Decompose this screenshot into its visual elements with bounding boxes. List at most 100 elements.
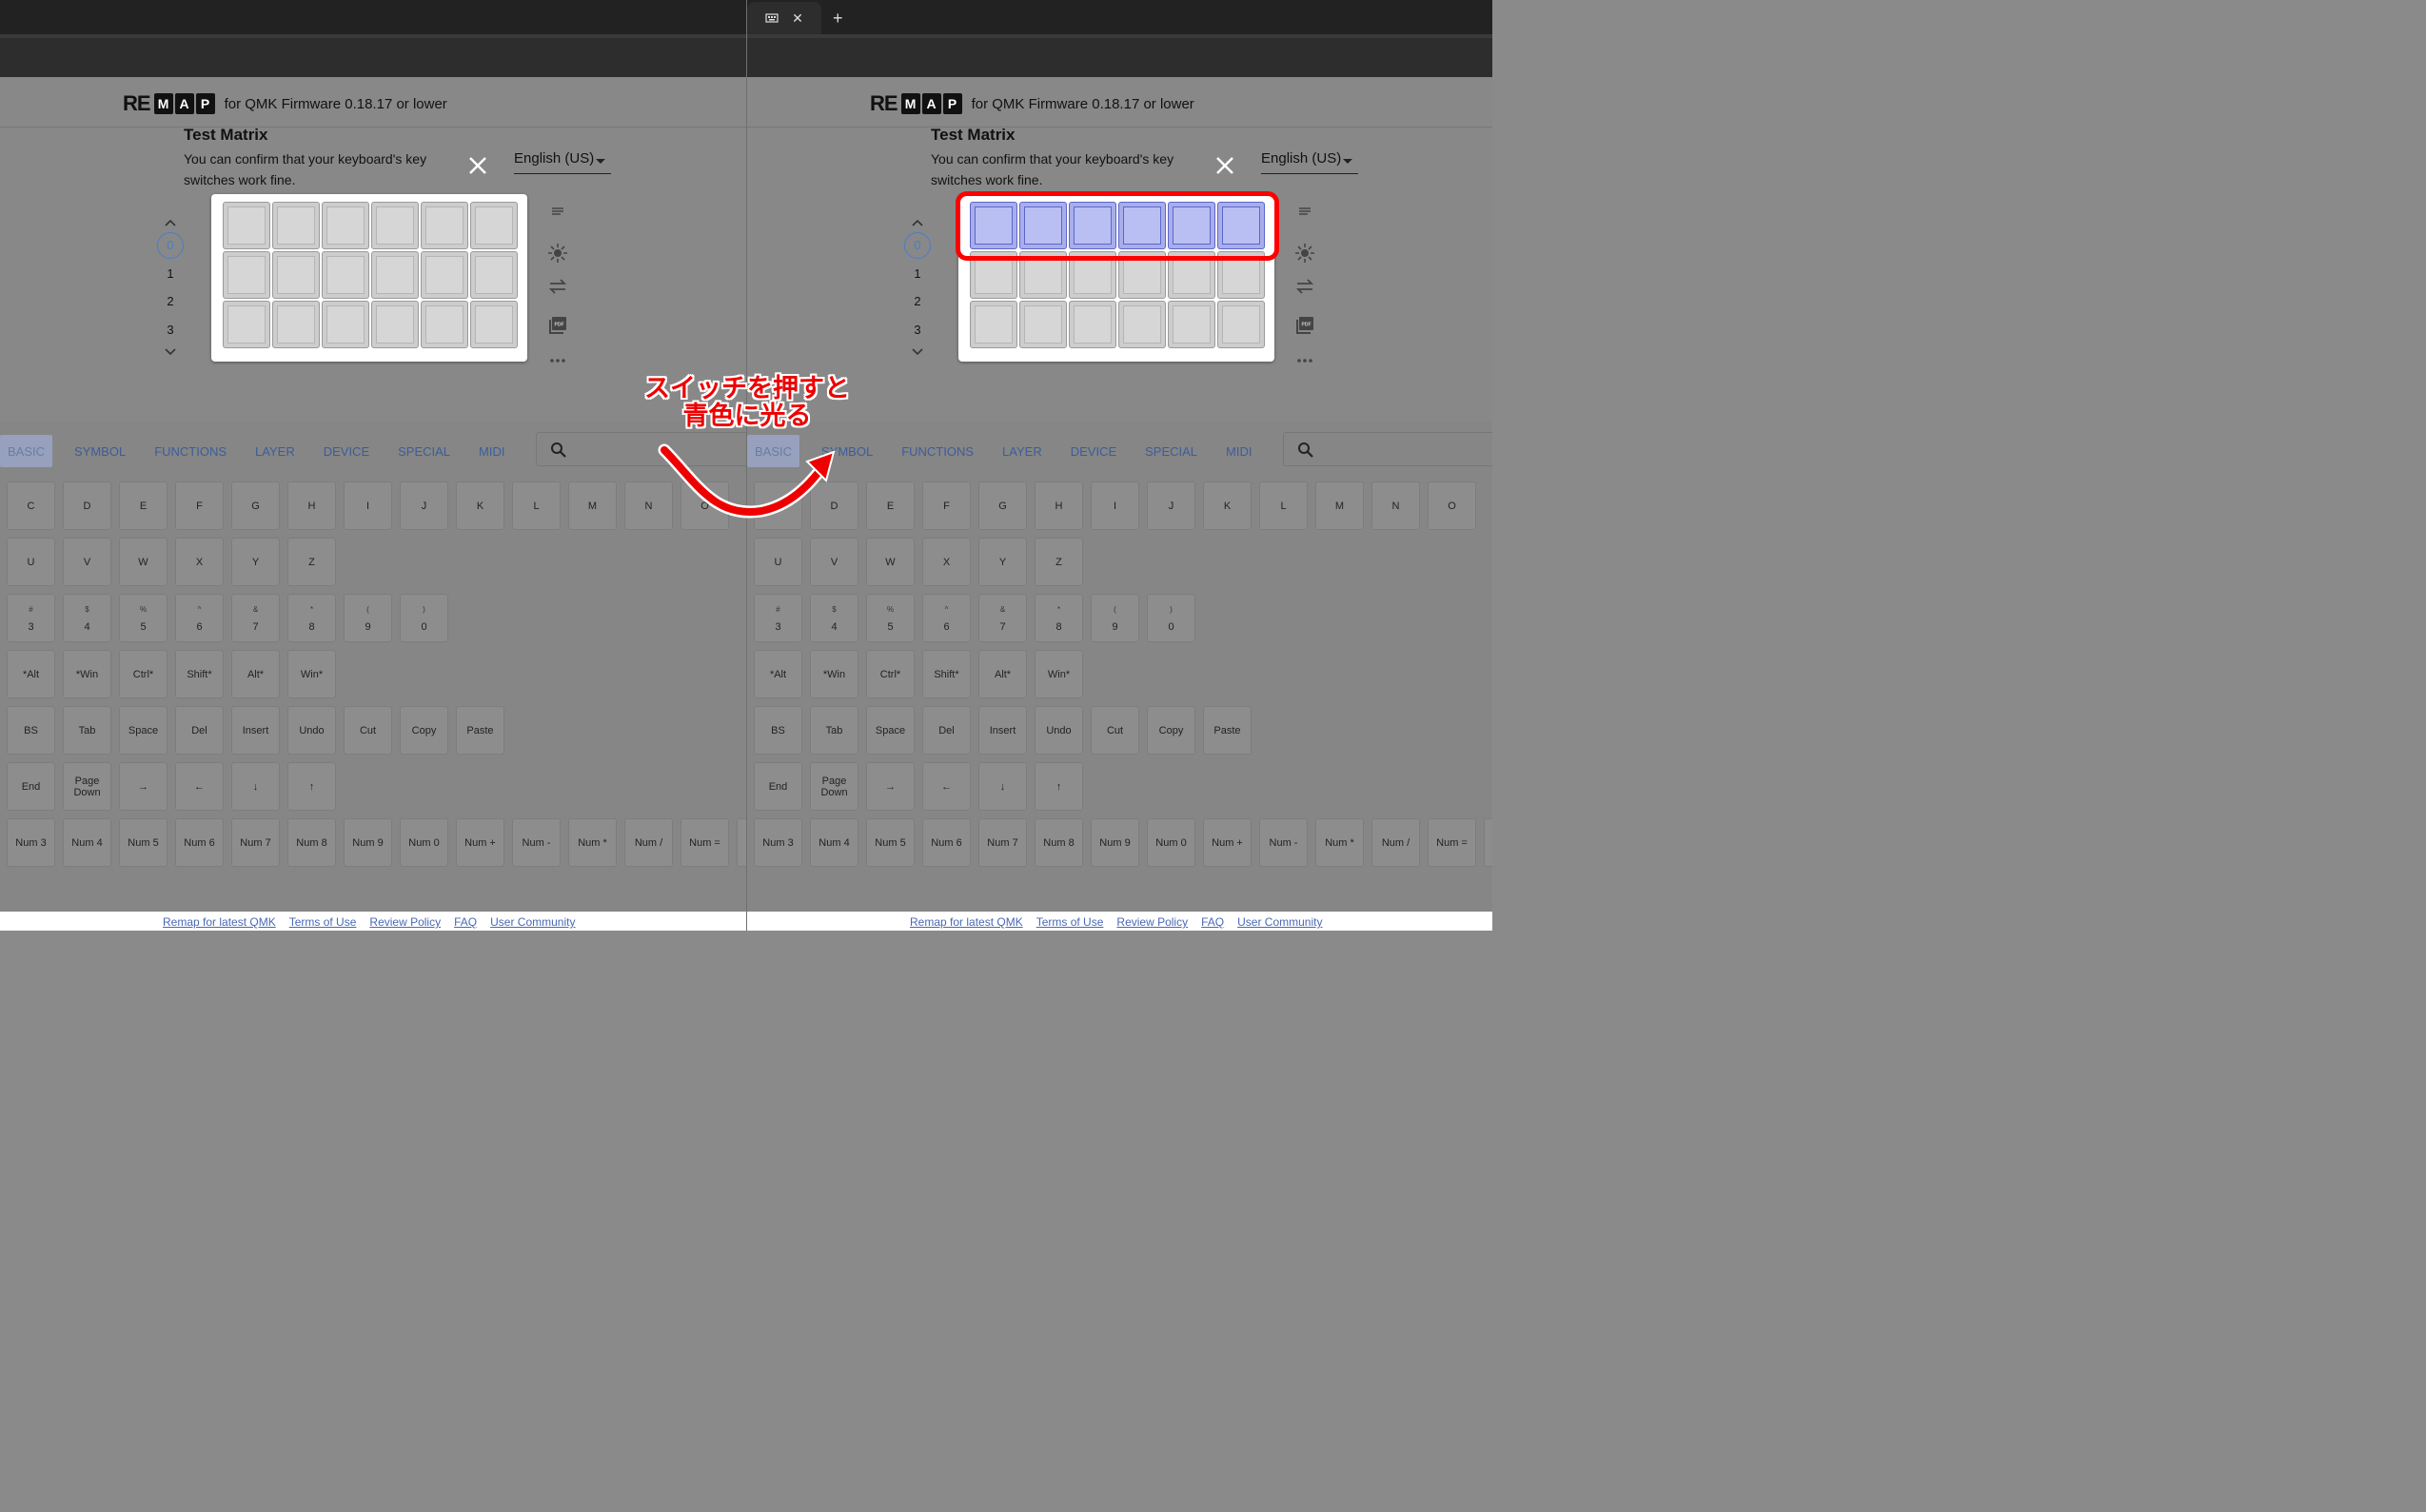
keycode-button[interactable]: Num / xyxy=(1371,818,1420,867)
keycode-button[interactable]: Cut xyxy=(344,706,392,755)
keycode-button[interactable]: Num 8 xyxy=(1035,818,1083,867)
keycode-button[interactable]: Z xyxy=(287,538,336,586)
keycode-button[interactable]: Page Down xyxy=(63,762,111,811)
keycode-button[interactable]: W xyxy=(119,538,168,586)
layer-1[interactable]: 1 xyxy=(902,260,933,288)
menu-icon[interactable] xyxy=(546,206,569,243)
keycode-button[interactable]: Num = xyxy=(680,818,729,867)
layer-2[interactable]: 2 xyxy=(155,287,186,316)
footer-link[interactable]: Terms of Use xyxy=(1036,915,1104,929)
keycode-button[interactable]: Copy xyxy=(400,706,448,755)
keycode-button[interactable]: Num - xyxy=(1259,818,1308,867)
tab-layer[interactable]: LAYER xyxy=(241,435,309,467)
keycode-button[interactable]: G xyxy=(978,481,1027,530)
keycode-button[interactable]: G xyxy=(231,481,280,530)
keycode-button[interactable]: % 5 xyxy=(119,594,168,642)
language-select[interactable]: English (US) xyxy=(1261,150,1358,174)
keycode-button[interactable]: V xyxy=(810,538,858,586)
keycode-button[interactable]: ) 0 xyxy=(1147,594,1195,642)
keycode-button[interactable]: #3 xyxy=(7,594,55,642)
chevron-down-icon[interactable] xyxy=(902,344,933,361)
keycode-button[interactable]: Num - xyxy=(512,818,561,867)
keycode-button[interactable]: & 7 xyxy=(231,594,280,642)
keycode-button[interactable]: Num 9 xyxy=(1091,818,1139,867)
footer-link[interactable]: FAQ xyxy=(454,915,477,929)
keycode-button[interactable]: D xyxy=(63,481,111,530)
keycode-button[interactable]: Num 3 xyxy=(7,818,55,867)
layer-2[interactable]: 2 xyxy=(902,287,933,316)
tab-midi[interactable]: MIDI xyxy=(1212,435,1266,467)
keycode-button[interactable]: #3 xyxy=(754,594,802,642)
more-icon[interactable] xyxy=(546,353,569,390)
keycode-button[interactable]: Y xyxy=(231,538,280,586)
keycode-button[interactable]: X xyxy=(922,538,971,586)
keycode-button[interactable]: End xyxy=(754,762,802,811)
keycode-button[interactable]: U xyxy=(754,538,802,586)
keycode-button[interactable]: Shift* xyxy=(175,650,224,698)
footer-link[interactable]: Review Policy xyxy=(369,915,441,929)
more-icon[interactable] xyxy=(1293,353,1316,390)
keycode-button[interactable]: K xyxy=(456,481,504,530)
keycode-button[interactable]: ← xyxy=(175,762,224,811)
keycode-button[interactable]: L xyxy=(512,481,561,530)
keycode-button[interactable]: ^ 6 xyxy=(175,594,224,642)
keycode-button[interactable]: (9 xyxy=(1091,594,1139,642)
keycode-button[interactable]: ↑ xyxy=(287,762,336,811)
layer-1[interactable]: 1 xyxy=(155,260,186,288)
tab-basic[interactable]: BASIC xyxy=(0,435,53,467)
tab-special[interactable]: SPECIAL xyxy=(1131,435,1212,467)
keycode-button[interactable] xyxy=(1484,818,1492,867)
keycode-button[interactable]: Num + xyxy=(456,818,504,867)
layer-3[interactable]: 3 xyxy=(155,316,186,344)
swap-icon[interactable] xyxy=(1293,279,1316,316)
keycode-button[interactable]: Paste xyxy=(1203,706,1252,755)
tab-device[interactable]: DEVICE xyxy=(1056,435,1131,467)
tab-functions[interactable]: FUNCTIONS xyxy=(887,435,988,467)
keycode-button[interactable]: H xyxy=(1035,481,1083,530)
keycode-button[interactable]: Paste xyxy=(456,706,504,755)
layer-3[interactable]: 3 xyxy=(902,316,933,344)
keycode-button[interactable]: Z xyxy=(1035,538,1083,586)
keycode-button[interactable]: Space xyxy=(866,706,915,755)
keycode-button[interactable]: BS xyxy=(7,706,55,755)
keycode-button[interactable]: E xyxy=(119,481,168,530)
keycode-button[interactable]: * 8 xyxy=(287,594,336,642)
keycode-button[interactable]: Win* xyxy=(287,650,336,698)
keycode-button[interactable]: J xyxy=(400,481,448,530)
keycode-button[interactable]: *Alt xyxy=(7,650,55,698)
keycode-button[interactable]: Num = xyxy=(1428,818,1476,867)
keycode-button[interactable]: Num 5 xyxy=(119,818,168,867)
keycode-button[interactable]: BS xyxy=(754,706,802,755)
lighting-icon[interactable] xyxy=(1293,243,1316,280)
keycode-button[interactable]: Num * xyxy=(1315,818,1364,867)
close-icon[interactable] xyxy=(466,154,489,177)
language-select[interactable]: English (US) xyxy=(514,150,611,174)
keycode-button[interactable]: C xyxy=(7,481,55,530)
keycode-button[interactable]: Num 4 xyxy=(63,818,111,867)
keycode-button[interactable]: → xyxy=(866,762,915,811)
keycode-button[interactable]: V xyxy=(63,538,111,586)
keycode-button[interactable]: & 7 xyxy=(978,594,1027,642)
keycode-button[interactable]: Cut xyxy=(1091,706,1139,755)
tab-functions[interactable]: FUNCTIONS xyxy=(140,435,241,467)
keycode-button[interactable]: *Alt xyxy=(754,650,802,698)
new-tab-button[interactable]: + xyxy=(833,9,843,29)
keycode-search-input[interactable] xyxy=(1283,432,1492,466)
keycode-button[interactable]: ↑ xyxy=(1035,762,1083,811)
keycode-button[interactable]: Num 6 xyxy=(175,818,224,867)
layer-0[interactable]: 0 xyxy=(155,231,186,260)
keycode-button[interactable]: Del xyxy=(175,706,224,755)
swap-icon[interactable] xyxy=(546,279,569,316)
keycode-button[interactable]: Num 5 xyxy=(866,818,915,867)
keycode-button[interactable]: ↓ xyxy=(231,762,280,811)
keycode-button[interactable]: M xyxy=(1315,481,1364,530)
browser-tab[interactable]: ✕ xyxy=(747,2,821,34)
keycode-button[interactable]: Tab xyxy=(63,706,111,755)
keycode-button[interactable]: Undo xyxy=(287,706,336,755)
keycode-button[interactable]: F xyxy=(175,481,224,530)
keycode-button[interactable]: ) 0 xyxy=(400,594,448,642)
keycode-button[interactable]: ← xyxy=(922,762,971,811)
keycode-button[interactable]: ↓ xyxy=(978,762,1027,811)
keycode-button[interactable]: *Win xyxy=(63,650,111,698)
footer-link[interactable]: Remap for latest QMK xyxy=(910,915,1023,929)
